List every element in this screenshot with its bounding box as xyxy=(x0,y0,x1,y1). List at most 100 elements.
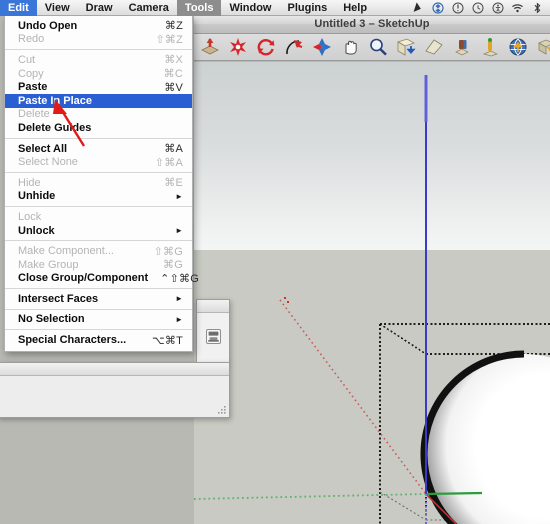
menu-item-select-all[interactable]: Select All ⌘A xyxy=(5,142,192,156)
menu-item-no-selection[interactable]: No Selection ► xyxy=(5,313,192,327)
menu-item-shortcut: ⌘Z xyxy=(164,20,183,33)
menu-item-label: Intersect Faces xyxy=(18,292,99,305)
menu-item-shortcut: ⇧⌘Z xyxy=(155,33,183,46)
menu-item-shortcut: ⌘C xyxy=(163,68,183,81)
menu-item-undo-open[interactable]: Undo Open ⌘Z xyxy=(5,19,192,33)
panel-front-body xyxy=(0,376,229,417)
menu-item-select-none: Select None ⇧⌘A xyxy=(5,155,192,169)
menu-item-shortcut: ⌘V xyxy=(164,81,183,94)
previous-view-tool[interactable] xyxy=(422,35,446,59)
time-machine-icon[interactable] xyxy=(471,1,484,14)
menubar-item-view[interactable]: View xyxy=(37,0,78,16)
panel-body xyxy=(197,313,229,363)
menu-item-label: Lock xyxy=(18,210,42,223)
rotate-tool[interactable] xyxy=(254,35,278,59)
menubar-item-help[interactable]: Help xyxy=(335,0,375,16)
menu-item-label: Select None xyxy=(18,156,78,169)
menu-item-paste-in-place[interactable]: Paste In Place xyxy=(5,93,192,108)
menu-separator xyxy=(5,137,192,139)
resize-grip-icon[interactable] xyxy=(216,405,227,416)
menu-item-copy: Copy ⌘C xyxy=(5,67,192,81)
menu-bar: Edit View Draw Camera Tools Window Plugi… xyxy=(0,0,550,16)
menu-item-unhide[interactable]: Unhide ► xyxy=(5,190,192,204)
paint-bucket-tool[interactable] xyxy=(450,35,474,59)
menu-item-label: No Selection xyxy=(18,313,85,326)
model-viewport[interactable] xyxy=(194,62,550,524)
mouse-cursor-icon xyxy=(411,1,424,14)
menu-item-delete-guides[interactable]: Delete Guides xyxy=(5,121,192,135)
menu-item-hide: Hide ⌘E xyxy=(5,176,192,190)
menu-item-paste[interactable]: Paste ⌘V xyxy=(5,80,192,94)
menu-item-cut: Cut ⌘X xyxy=(5,53,192,67)
volume-icon[interactable] xyxy=(451,1,464,14)
menubar-item-edit[interactable]: Edit xyxy=(0,0,37,16)
zoom-extents-tool[interactable] xyxy=(394,35,418,59)
menu-separator xyxy=(5,308,192,310)
menu-item-label: Undo Open xyxy=(18,19,78,32)
scale-tool[interactable] xyxy=(226,35,250,59)
menu-item-unlock[interactable]: Unlock ► xyxy=(5,224,192,238)
printer-icon[interactable] xyxy=(205,328,222,348)
menu-item-redo: Redo ⇧⌘Z xyxy=(5,33,192,47)
menu-item-label: Paste xyxy=(18,81,48,94)
menu-separator xyxy=(5,49,192,51)
menu-item-label: Select All xyxy=(18,142,68,155)
menu-item-delete: Delete xyxy=(5,108,192,122)
bluetooth-icon[interactable] xyxy=(531,1,544,14)
follow-me-tool[interactable] xyxy=(282,35,306,59)
menu-item-make-component: Make Component... ⇧⌘G xyxy=(5,244,192,258)
menubar-item-camera[interactable]: Camera xyxy=(121,0,177,16)
menu-item-label: Unlock xyxy=(18,224,55,237)
menu-item-label: Make Component... xyxy=(18,245,114,258)
menubar-item-tools[interactable]: Tools xyxy=(176,0,222,16)
menubar-item-plugins[interactable]: Plugins xyxy=(280,0,336,16)
menu-item-label: Delete Guides xyxy=(18,121,92,134)
accessibility-icon[interactable] xyxy=(491,1,504,14)
panel-front-title-bar[interactable] xyxy=(0,363,229,376)
menu-item-label: Paste In Place xyxy=(18,94,92,107)
menu-item-shortcut: ⌘A xyxy=(164,143,183,156)
window-title-bar[interactable]: Untitled 3 – SketchUp xyxy=(194,14,550,34)
menu-item-label: Unhide xyxy=(18,190,56,203)
menu-item-shortcut: ⌃⇧⌘G xyxy=(160,272,199,285)
menu-item-label: Delete xyxy=(18,108,50,121)
menu-item-label: Cut xyxy=(18,53,36,66)
page-title: Untitled 3 – SketchUp xyxy=(314,18,430,30)
menu-item-label: Hide xyxy=(18,176,41,189)
menu-item-shortcut: ⇧⌘A xyxy=(154,156,183,169)
menu-separator xyxy=(5,206,192,208)
dialog-panel-back[interactable] xyxy=(196,299,230,363)
push-pull-tool[interactable] xyxy=(198,35,222,59)
menu-item-shortcut: ⌥⌘T xyxy=(152,334,183,347)
submenu-arrow-icon: ► xyxy=(175,294,183,304)
menu-item-lock: Lock xyxy=(5,210,192,224)
position-camera-tool[interactable] xyxy=(478,35,502,59)
menu-separator xyxy=(5,171,192,173)
pan-tool[interactable] xyxy=(338,35,362,59)
move-tool[interactable] xyxy=(310,35,334,59)
dialog-panel-front[interactable] xyxy=(0,362,230,418)
menubar-item-window[interactable]: Window xyxy=(221,0,279,16)
menu-item-shortcut: ⌘E xyxy=(164,177,183,190)
zoom-tool[interactable] xyxy=(366,35,390,59)
panel-title-bar[interactable] xyxy=(197,300,229,313)
menu-item-label: Copy xyxy=(18,67,44,80)
get-models-tool[interactable] xyxy=(506,35,530,59)
share-model-tool[interactable] xyxy=(534,35,550,59)
menu-item-special-characters[interactable]: Special Characters... ⌥⌘T xyxy=(5,333,192,347)
menu-item-label: Close Group/Component xyxy=(18,272,149,285)
model-geometry xyxy=(194,75,550,524)
sketchup-window: Untitled 3 – SketchUp xyxy=(194,14,550,524)
menubar-item-draw[interactable]: Draw xyxy=(78,0,121,16)
dropbox-icon[interactable] xyxy=(431,1,444,14)
menu-item-intersect-faces[interactable]: Intersect Faces ► xyxy=(5,292,192,306)
menu-item-label: Special Characters... xyxy=(18,334,127,347)
edit-dropdown-menu[interactable]: Undo Open ⌘Z Redo ⇧⌘Z Cut ⌘X Copy ⌘C Pas… xyxy=(4,16,199,352)
menu-item-label: Make Group xyxy=(18,258,79,271)
menu-item-shortcut: ⌘X xyxy=(164,54,183,67)
menu-separator xyxy=(5,240,192,242)
menu-item-close-group-component[interactable]: Close Group/Component ⌃⇧⌘G xyxy=(5,272,199,286)
menu-separator xyxy=(5,329,192,331)
menu-item-make-group: Make Group ⌘G xyxy=(5,258,192,272)
wifi-icon[interactable] xyxy=(511,1,524,14)
